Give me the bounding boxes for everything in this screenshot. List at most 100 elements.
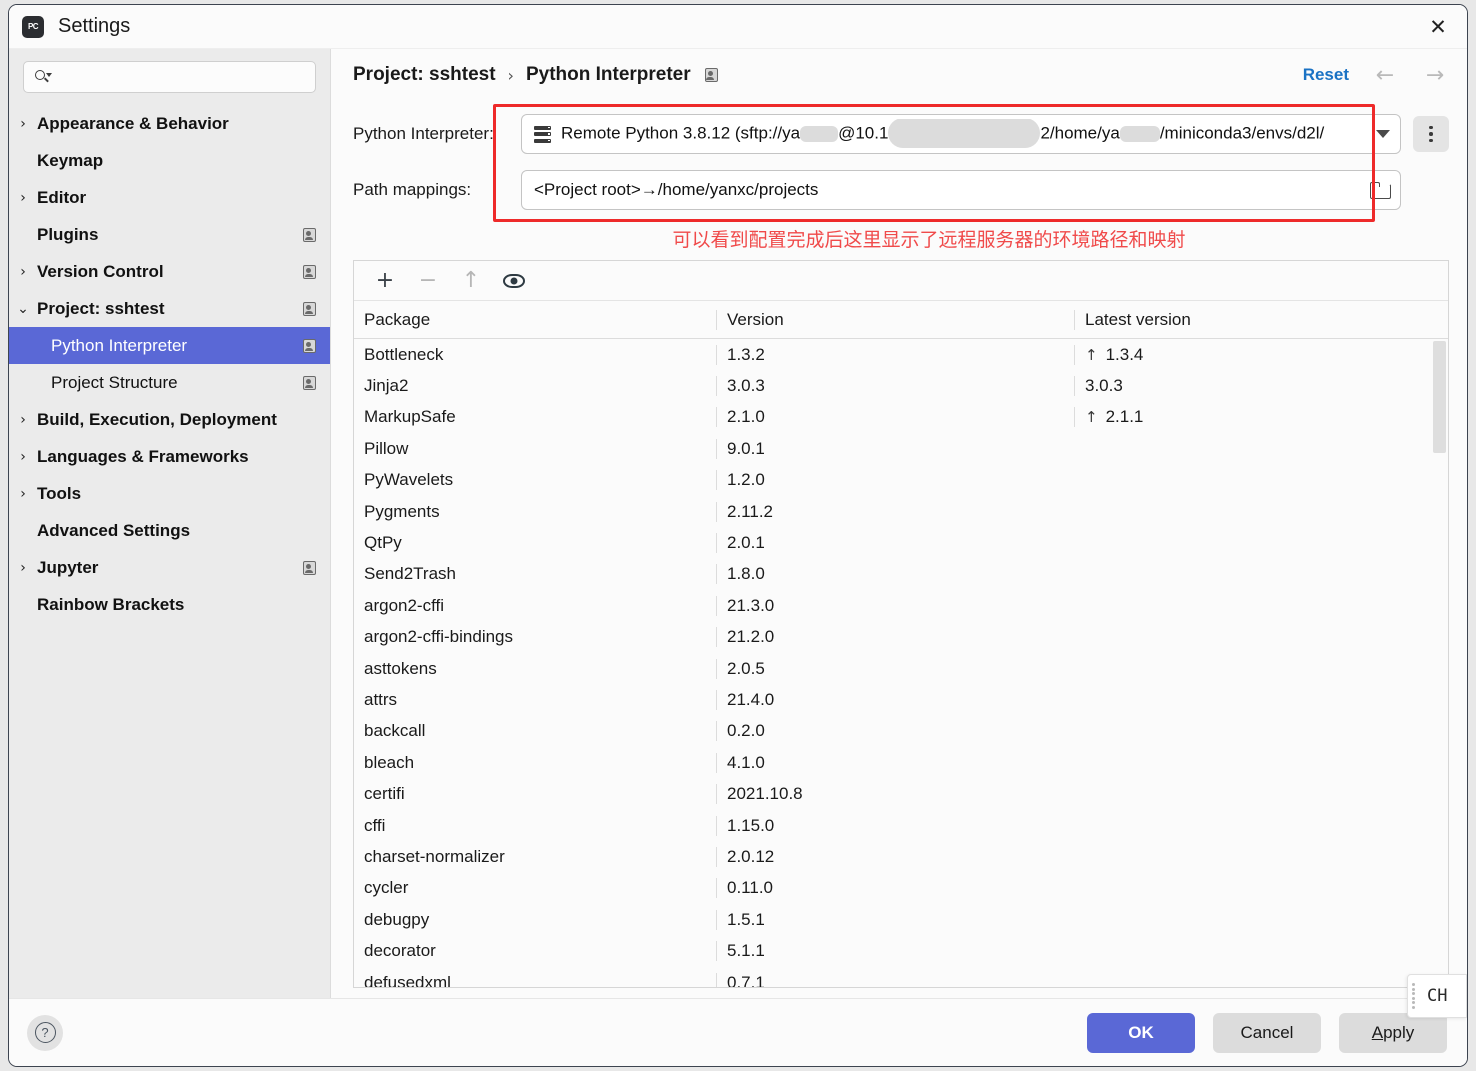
cell-package: argon2-cffi xyxy=(364,595,445,615)
sidebar-item-editor[interactable]: › Editor xyxy=(9,179,330,216)
dialog-footer: ? OK Cancel Apply CH xyxy=(9,974,1467,1066)
table-row[interactable]: certifi 2021.10.8 xyxy=(354,778,1448,809)
table-row[interactable]: bleach 4.1.0 xyxy=(354,747,1448,778)
ok-button[interactable]: OK xyxy=(1087,1012,1195,1053)
table-row[interactable]: cycler 0.11.0 xyxy=(354,873,1448,904)
window-title: Settings xyxy=(58,15,131,37)
sidebar-item-advanced-settings[interactable]: Advanced Settings xyxy=(9,512,330,549)
sidebar-item-build-execution-deployment[interactable]: › Build, Execution, Deployment xyxy=(9,401,330,438)
reset-link[interactable]: Reset xyxy=(1303,65,1349,85)
table-row[interactable]: Pygments 2.11.2 xyxy=(354,496,1448,527)
back-arrow-icon[interactable]: ← xyxy=(1371,61,1399,89)
cancel-button[interactable]: Cancel xyxy=(1213,1012,1321,1053)
sidebar-item-label: Build, Execution, Deployment xyxy=(37,409,277,429)
ime-label: CH xyxy=(1427,986,1448,1006)
cell-package: bleach xyxy=(364,752,415,772)
apply-button[interactable]: Apply xyxy=(1339,1012,1447,1053)
table-row[interactable]: charset-normalizer 2.0.12 xyxy=(354,841,1448,872)
column-header-version[interactable]: Version xyxy=(716,309,1074,330)
cell-package: decorator xyxy=(364,941,436,961)
breadcrumb-separator: › xyxy=(507,65,514,85)
cell-version: 2021.10.8 xyxy=(716,784,1074,805)
project-scope-icon xyxy=(303,227,316,242)
python-interpreter-dropdown[interactable]: Remote Python 3.8.12 (sftp://ya @10.1 2/ho… xyxy=(521,114,1401,154)
redacted-username xyxy=(800,126,839,142)
path-mappings-field[interactable]: <Project root>→/home/yanxc/projects xyxy=(521,170,1401,210)
column-header-package[interactable]: Package xyxy=(354,310,716,330)
table-row[interactable]: debugpy 1.5.1 xyxy=(354,904,1448,935)
chevron-right-icon[interactable]: › xyxy=(9,560,37,576)
cell-version: 21.2.0 xyxy=(716,627,1074,648)
remove-package-button[interactable]: − xyxy=(409,265,447,297)
help-icon[interactable]: ? xyxy=(27,1014,63,1051)
chevron-right-icon[interactable]: › xyxy=(9,190,37,206)
search-input[interactable] xyxy=(23,61,316,93)
redacted-host xyxy=(888,119,1041,148)
interp-value-tail: /miniconda3/envs/d2l/ xyxy=(1159,123,1325,143)
annotation-text: 可以看到配置完成后这里显示了远程服务器的环境路径和映射 xyxy=(672,229,1186,251)
table-row[interactable]: Bottleneck 1.3.2 ↑ 1.3.4 xyxy=(354,339,1448,370)
table-row[interactable]: QtPy 2.0.1 xyxy=(354,527,1448,558)
sidebar-item-plugins[interactable]: Plugins xyxy=(9,216,330,253)
show-early-releases-button[interactable] xyxy=(495,265,533,297)
cell-package: PyWavelets xyxy=(364,470,454,490)
table-row[interactable]: argon2-cffi-bindings 21.2.0 xyxy=(354,622,1448,653)
table-row[interactable]: attrs 21.4.0 xyxy=(354,684,1448,715)
sidebar-item-keymap[interactable]: Keymap xyxy=(9,142,330,179)
path-mappings-label: Path mappings: xyxy=(353,180,472,199)
table-row[interactable]: Send2Trash 1.8.0 xyxy=(354,559,1448,590)
search-icon xyxy=(35,69,52,85)
cell-package: cycler xyxy=(364,878,409,898)
ime-indicator[interactable]: CH xyxy=(1407,974,1467,1018)
table-row[interactable]: asttokens 2.0.5 xyxy=(354,653,1448,684)
table-row[interactable]: Jinja2 3.0.3 3.0.3 xyxy=(354,370,1448,401)
sidebar-item-python-interpreter[interactable]: Python Interpreter xyxy=(9,327,330,364)
latest-version-text: 3.0.3 xyxy=(1085,376,1123,396)
table-row[interactable]: argon2-cffi 21.3.0 xyxy=(354,590,1448,621)
sidebar-item-appearance-behavior[interactable]: › Appearance & Behavior xyxy=(9,105,330,142)
project-scope-icon xyxy=(303,375,316,390)
sidebar-item-project-sshtest[interactable]: ⌄ Project: sshtest xyxy=(9,290,330,327)
breadcrumb-current: Python Interpreter xyxy=(525,64,691,85)
sidebar-item-tools[interactable]: › Tools xyxy=(9,475,330,512)
sidebar-item-languages-frameworks[interactable]: › Languages & Frameworks xyxy=(9,438,330,475)
breadcrumb-root[interactable]: Project: sshtest xyxy=(353,64,496,86)
cell-latest-version: ↑ 1.3.4 xyxy=(1074,344,1448,365)
table-row[interactable]: decorator 5.1.1 xyxy=(354,935,1448,966)
sidebar-item-label: Languages & Frameworks xyxy=(37,446,249,466)
folder-icon[interactable] xyxy=(1370,182,1391,199)
interp-value-mid: @10.1 xyxy=(838,123,889,143)
chevron-right-icon[interactable]: › xyxy=(9,449,37,465)
eye-icon xyxy=(503,273,525,288)
cell-version: 2.11.2 xyxy=(716,501,1074,522)
sidebar-item-version-control[interactable]: › Version Control xyxy=(9,253,330,290)
interpreter-options-button[interactable] xyxy=(1413,116,1449,152)
cell-version: 1.2.0 xyxy=(716,470,1074,491)
package-toolbar: + − ↑ xyxy=(354,261,1448,301)
chevron-right-icon[interactable]: › xyxy=(9,116,37,132)
table-row[interactable]: cffi 1.15.0 xyxy=(354,810,1448,841)
chevron-right-icon[interactable]: › xyxy=(9,486,37,502)
chevron-right-icon[interactable]: › xyxy=(9,412,37,428)
sidebar-item-project-structure[interactable]: Project Structure xyxy=(9,364,330,401)
project-scope-icon xyxy=(303,301,316,316)
sidebar-search-wrap xyxy=(9,49,330,101)
table-row[interactable]: defusedxml 0.7.1 xyxy=(354,967,1448,987)
close-icon[interactable]: ✕ xyxy=(1409,5,1467,49)
table-row[interactable]: PyWavelets 1.2.0 xyxy=(354,465,1448,496)
chevron-down-icon[interactable]: ⌄ xyxy=(9,301,37,317)
table-row[interactable]: MarkupSafe 2.1.0 ↑ 2.1.1 xyxy=(354,402,1448,433)
package-list-scrollbar[interactable] xyxy=(1433,341,1446,453)
table-row[interactable]: backcall 0.2.0 xyxy=(354,716,1448,747)
chevron-right-icon[interactable]: › xyxy=(9,264,37,280)
package-panel: + − ↑ Package Version Latest version Bottl… xyxy=(353,260,1449,988)
table-row[interactable]: Pillow 9.0.1 xyxy=(354,433,1448,464)
forward-arrow-icon[interactable]: → xyxy=(1421,61,1449,89)
sidebar-item-rainbow-brackets[interactable]: Rainbow Brackets xyxy=(9,586,330,623)
sidebar-item-jupyter[interactable]: › Jupyter xyxy=(9,549,330,586)
column-header-latest-version[interactable]: Latest version xyxy=(1074,309,1448,330)
cell-package: Pygments xyxy=(364,501,440,521)
project-scope-icon xyxy=(704,68,718,82)
upgrade-package-button[interactable]: ↑ xyxy=(452,265,490,297)
add-package-button[interactable]: + xyxy=(366,265,404,297)
